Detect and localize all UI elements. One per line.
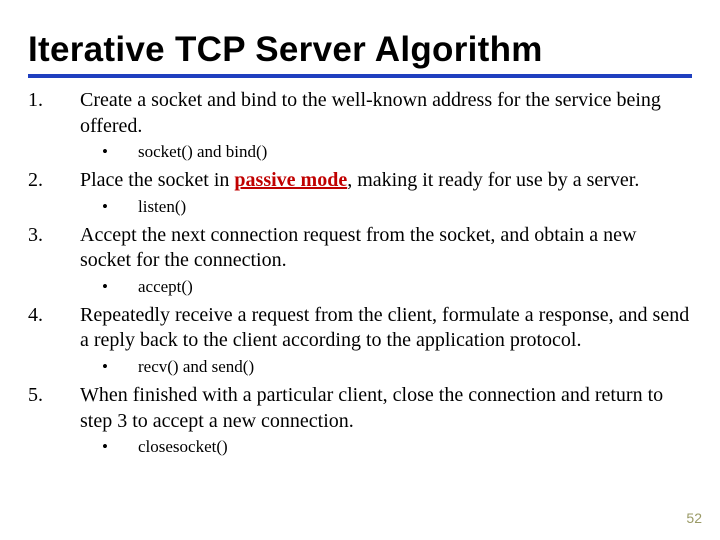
page-number: 52 <box>686 510 702 526</box>
sub-item: • listen() <box>28 196 692 219</box>
list-item: 1. Create a socket and bind to the well-… <box>28 88 692 139</box>
slide: Iterative TCP Server Algorithm 1. Create… <box>0 0 720 540</box>
bullet-icon: • <box>102 196 108 219</box>
sub-text: socket() and bind() <box>138 142 267 161</box>
item-number: 2. <box>28 168 68 194</box>
item-text: When finished with a particular client, … <box>80 384 663 432</box>
item-text: Create a socket and bind to the well-kno… <box>80 89 661 137</box>
item-number: 5. <box>28 383 68 409</box>
item-text-a: Place the socket in <box>80 169 234 191</box>
list-item: 2. Place the socket in passive mode, mak… <box>28 168 692 194</box>
sub-text: closesocket() <box>138 437 228 456</box>
sub-item: • recv() and send() <box>28 356 692 379</box>
item-number: 1. <box>28 88 68 114</box>
bullet-icon: • <box>102 276 108 299</box>
list-item: 3. Accept the next connection request fr… <box>28 223 692 274</box>
slide-title: Iterative TCP Server Algorithm <box>28 30 692 70</box>
sub-text: listen() <box>138 197 186 216</box>
item-text: Accept the next connection request from … <box>80 224 636 272</box>
slide-body: 1. Create a socket and bind to the well-… <box>28 88 692 459</box>
highlight-text: passive mode <box>234 169 347 191</box>
bullet-icon: • <box>102 356 108 379</box>
bullet-icon: • <box>102 141 108 164</box>
item-text: Repeatedly receive a request from the cl… <box>80 304 689 352</box>
sub-item: • accept() <box>28 276 692 299</box>
sub-item: • socket() and bind() <box>28 141 692 164</box>
list-item: 4. Repeatedly receive a request from the… <box>28 303 692 354</box>
item-text-b: , making it ready for use by a server. <box>347 169 639 191</box>
sub-text: recv() and send() <box>138 357 254 376</box>
sub-text: accept() <box>138 277 193 296</box>
title-underline <box>28 74 692 78</box>
bullet-icon: • <box>102 436 108 459</box>
list-item: 5. When finished with a particular clien… <box>28 383 692 434</box>
sub-item: • closesocket() <box>28 436 692 459</box>
item-number: 3. <box>28 223 68 249</box>
item-number: 4. <box>28 303 68 329</box>
